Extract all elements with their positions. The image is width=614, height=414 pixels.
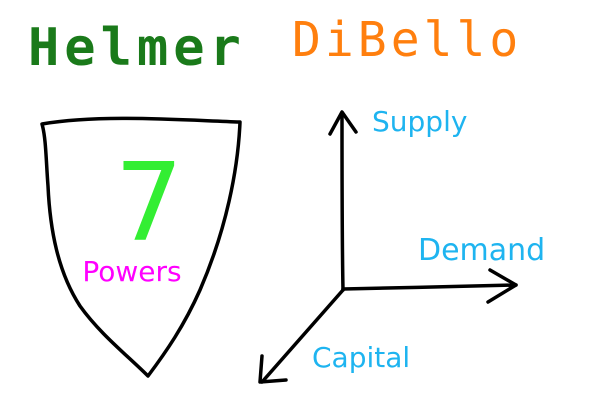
shield-label: Powers <box>82 255 182 288</box>
title-helmer: Helmer <box>28 18 246 78</box>
shield-number: 7 <box>114 141 184 266</box>
title-dibello: DiBello <box>292 12 523 68</box>
axis-label-supply: Supply <box>372 105 468 138</box>
x-axis-line <box>341 283 518 291</box>
axis-label-capital: Capital <box>312 341 411 374</box>
y-axis-line <box>340 114 345 292</box>
axis-label-demand: Demand <box>418 233 546 268</box>
